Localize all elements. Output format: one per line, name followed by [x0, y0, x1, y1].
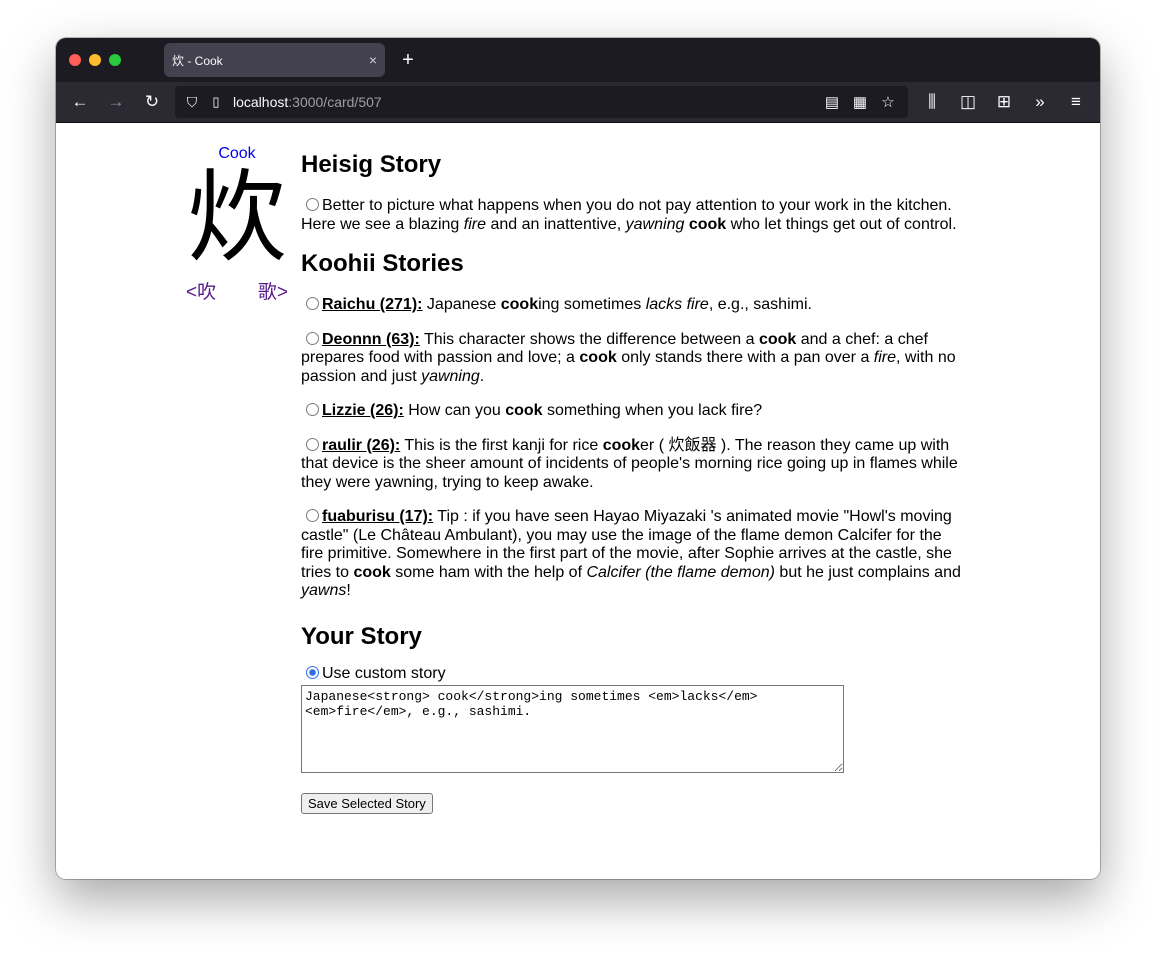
story-fragment: This is the first kanji for rice — [400, 436, 603, 454]
tab-close-icon[interactable]: × — [361, 52, 385, 68]
heisig-heading: Heisig Story — [301, 151, 442, 178]
save-story-button[interactable]: Save Selected Story — [301, 792, 433, 814]
prev-kanji-link[interactable]: <吹 — [186, 277, 216, 304]
story-fragment: who let things get out of control. — [726, 215, 957, 233]
address-bar[interactable]: ⛉ ▯ localhost:3000/card/507 ▤ ▦ ☆ — [175, 86, 908, 118]
story-fragment: How can you — [403, 402, 506, 419]
heisig-story-radio[interactable] — [306, 198, 319, 211]
story-fragment: something when you lack fire? — [542, 402, 763, 419]
italic-emphasis: fire — [463, 215, 486, 233]
your-story-heading: Your Story — [301, 622, 422, 650]
bookmark-star-icon[interactable]: ☆ — [878, 93, 898, 111]
story-text: This is the first kanji for rice cooker … — [301, 437, 958, 491]
keyword-emphasis: cook — [505, 402, 543, 419]
story-fragment: and an inattentive, — [486, 215, 626, 233]
url-path: :3000/card/507 — [288, 94, 382, 110]
italic-emphasis: lacks fire — [645, 296, 709, 313]
heisig-story: Better to picture what happens when you … — [301, 197, 966, 234]
custom-story-option: Use custom story — [301, 665, 966, 684]
sidebar-icon[interactable]: ◫ — [956, 90, 980, 114]
reload-icon[interactable]: ↻ — [140, 90, 164, 114]
koohii-story-radio[interactable] — [306, 403, 319, 416]
keyword-emphasis: cook — [579, 349, 617, 366]
keyword-emphasis: cook — [688, 215, 727, 233]
story-author-link[interactable]: fuaburisu (17): — [322, 508, 433, 525]
qr-code-icon[interactable]: ▦ — [850, 93, 870, 111]
story-text: How can you cook something when you lack… — [404, 402, 762, 419]
browser-window: 炊 - Cook × + ← → ↻ ⛉ ▯ localhost:3000/ca… — [56, 38, 1100, 879]
koohii-story: fuaburisu (17): Tip : if you have seen H… — [301, 508, 966, 601]
reader-view-icon[interactable]: ▤ — [822, 93, 842, 111]
koohii-story: Deonnn (63): This character shows the di… — [301, 331, 966, 387]
custom-story-label[interactable]: Use custom story — [322, 665, 446, 682]
back-icon[interactable]: ← — [68, 90, 92, 114]
page-info-icon[interactable]: ▯ — [207, 94, 225, 110]
library-icon[interactable]: ⫼ — [920, 90, 944, 114]
koohii-story: Lizzie (26): How can you cook something … — [301, 402, 966, 421]
story-fragment: Japanese — [422, 296, 501, 313]
kanji-navigation: <吹 歌> — [182, 277, 292, 304]
koohii-story-radio[interactable] — [306, 331, 319, 345]
koohii-story-radio[interactable] — [306, 509, 319, 522]
minimize-window-button[interactable] — [89, 54, 101, 66]
hamburger-menu-icon[interactable]: ≡ — [1064, 90, 1088, 114]
url-text[interactable]: localhost:3000/card/507 — [233, 94, 822, 110]
keyword-emphasis: cook — [758, 330, 797, 348]
navigation-toolbar: ← → ↻ ⛉ ▯ localhost:3000/card/507 ▤ ▦ ☆ … — [56, 82, 1100, 123]
koohii-story: Raichu (271): Japanese cooking sometimes… — [301, 296, 966, 315]
story-fragment: but he just complains and — [774, 563, 961, 581]
forward-icon[interactable]: → — [104, 90, 128, 114]
url-host: localhost — [233, 94, 289, 110]
next-kanji-link[interactable]: 歌> — [258, 277, 288, 304]
overflow-menu-icon[interactable]: » — [1028, 90, 1052, 114]
italic-emphasis: yawning — [625, 215, 685, 233]
shield-icon[interactable]: ⛉ — [183, 94, 201, 111]
custom-story-radio[interactable] — [306, 665, 319, 679]
koohii-story-radio[interactable] — [306, 297, 319, 310]
story-fragment: some ham with the help of — [390, 563, 587, 581]
story-fragment: only stands there with a pan over a — [616, 349, 874, 366]
story-fragment: . — [479, 367, 485, 385]
heisig-story-text: Better to picture what happens when you … — [301, 197, 957, 233]
maximize-window-button[interactable] — [109, 54, 121, 66]
close-window-button[interactable] — [69, 54, 81, 66]
story-fragment: ! — [346, 582, 351, 599]
custom-story-textarea[interactable] — [301, 685, 844, 773]
italic-emphasis: fire — [873, 349, 897, 366]
koohii-stories-list: Raichu (271): Japanese cooking sometimes… — [301, 296, 966, 601]
story-author-link[interactable]: Lizzie (26): — [322, 402, 404, 419]
tab-bar: 炊 - Cook × + — [56, 38, 1100, 82]
kanji-panel: Cook 炊 <吹 歌> — [182, 145, 292, 304]
story-author-link[interactable]: Deonnn (63): — [322, 331, 420, 348]
koohii-story: raulir (26): This is the first kanji for… — [301, 437, 966, 493]
story-fragment: This character shows the difference betw… — [419, 330, 759, 348]
italic-emphasis: yawns — [301, 582, 347, 599]
keyword-emphasis: cook — [353, 563, 391, 581]
keyword-emphasis: cook — [500, 296, 539, 313]
stories-panel: Heisig Story Better to picture what happ… — [301, 145, 966, 814]
tab-title: 炊 - Cook — [172, 53, 223, 68]
italic-emphasis: yawning — [421, 367, 480, 385]
story-fragment: , e.g., sashimi. — [708, 296, 812, 313]
extensions-icon[interactable]: ⊞ — [992, 90, 1016, 114]
page-content: Cook 炊 <吹 歌> Heisig Story Better to pict… — [56, 123, 1100, 879]
story-fragment: ing sometimes — [538, 296, 646, 313]
story-author-link[interactable]: Raichu (271): — [322, 296, 422, 313]
koohii-story-radio[interactable] — [306, 437, 319, 451]
browser-tab[interactable]: 炊 - Cook × — [164, 43, 385, 77]
story-author-link[interactable]: raulir (26): — [322, 437, 400, 454]
story-text: Japanese cooking sometimes lacks fire, e… — [422, 296, 812, 313]
koohii-heading: Koohii Stories — [301, 250, 464, 277]
italic-emphasis: Calcifer (the flame demon) — [586, 563, 775, 581]
keyword-emphasis: cook — [602, 436, 641, 454]
new-tab-button[interactable]: + — [396, 48, 420, 72]
kanji-character: 炊 — [187, 159, 287, 276]
